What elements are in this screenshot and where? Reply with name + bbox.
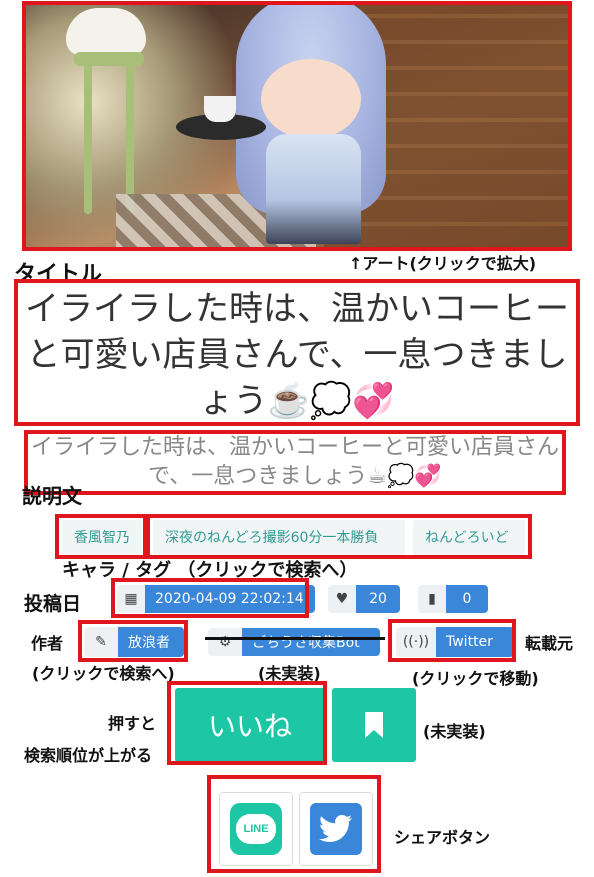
bookmark-unimplemented-annotation: (未実装) bbox=[423, 722, 486, 741]
description-annotation: 説明文 bbox=[22, 484, 82, 508]
like-count-value: 20 bbox=[356, 585, 400, 613]
share-twitter-button[interactable] bbox=[299, 792, 373, 866]
tag-character-highlight-box bbox=[55, 514, 147, 559]
like-annotation-line1: 押すと bbox=[108, 714, 157, 733]
art-annotation: ↑アート(クリックで拡大) bbox=[349, 254, 537, 273]
share-annotation: シェアボタン bbox=[394, 828, 491, 847]
line-icon: LINE bbox=[230, 803, 282, 855]
bookmark-button[interactable] bbox=[332, 688, 416, 762]
author-annotation: 作者 bbox=[31, 634, 64, 653]
collector-button[interactable]: ⚙ ごちうさ収集Bot bbox=[208, 628, 380, 656]
line-label: LINE bbox=[243, 823, 269, 835]
robot-icon: ⚙ bbox=[208, 628, 242, 656]
share-line-button[interactable]: LINE bbox=[219, 792, 293, 866]
post-title: イライラした時は、温かいコーヒーと可愛い店員さんで、一息つきましょう☕💭💞 bbox=[25, 289, 569, 421]
author-highlight-box bbox=[78, 620, 188, 662]
like-highlight-box bbox=[167, 681, 327, 765]
strikethrough-line bbox=[205, 637, 385, 640]
post-date-annotation: 投稿日 bbox=[24, 593, 82, 615]
art-highlight-box bbox=[22, 1, 572, 251]
collector-name: ごちうさ収集Bot bbox=[242, 628, 380, 656]
post-description: イライラした時は、温かいコーヒーと可愛い店員さんで、一息つきましょう☕💭💞 bbox=[30, 435, 559, 489]
bookmark-icon bbox=[365, 712, 383, 738]
source-sub-annotation: (クリックで移動) bbox=[412, 669, 539, 688]
like-count: ♥ 20 bbox=[328, 585, 400, 613]
heart-icon: ♥ bbox=[328, 585, 356, 613]
like-annotation-line2: 検索順位が上がる bbox=[24, 746, 153, 765]
bookmark-icon: ▮ bbox=[418, 585, 446, 613]
twitter-icon bbox=[310, 803, 362, 855]
bookmark-count-value: 0 bbox=[446, 585, 488, 613]
source-annotation: 転載元 bbox=[525, 634, 574, 653]
tags-highlight-box bbox=[146, 514, 532, 559]
bookmark-count: ▮ 0 bbox=[418, 585, 488, 613]
source-highlight-box bbox=[388, 619, 516, 662]
post-date-highlight-box bbox=[111, 578, 309, 618]
author-sub-annotation: (クリックで検索へ) bbox=[32, 664, 175, 683]
